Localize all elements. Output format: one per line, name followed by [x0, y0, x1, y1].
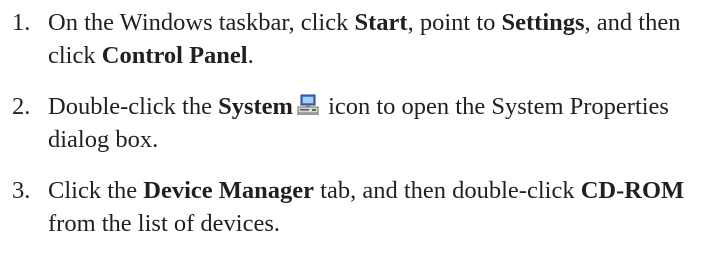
step-text: On the Windows taskbar, click [48, 9, 355, 36]
step-text: . [247, 42, 254, 69]
system-term: System [218, 93, 293, 120]
control-panel-term: Control Panel [101, 42, 248, 69]
device-manager-term: Device Manager [143, 177, 315, 204]
step-number: 1. [12, 9, 31, 36]
step-number: 3. [12, 177, 31, 204]
step-1: 1. On the Windows taskbar, click Start, p… [12, 6, 702, 72]
cd-rom-term: CD-ROM [580, 177, 685, 204]
step-text: from the list of devices. [48, 210, 281, 237]
start-term: Start [354, 9, 408, 36]
step-text: Double-click the [48, 93, 219, 120]
step-text: Click the [48, 177, 144, 204]
step-text: , point to [407, 9, 502, 36]
step-2: 2. Double-click the System icon to open t… [12, 90, 702, 156]
settings-term: Settings [501, 9, 585, 36]
step-number: 2. [12, 93, 31, 120]
system-computer-icon [296, 92, 320, 115]
step-text: tab, and then double-click [314, 177, 581, 204]
instruction-steps: 1. On the Windows taskbar, click Start, p… [12, 6, 702, 258]
step-3: 3. Click the Device Manager tab, and then… [12, 174, 702, 240]
